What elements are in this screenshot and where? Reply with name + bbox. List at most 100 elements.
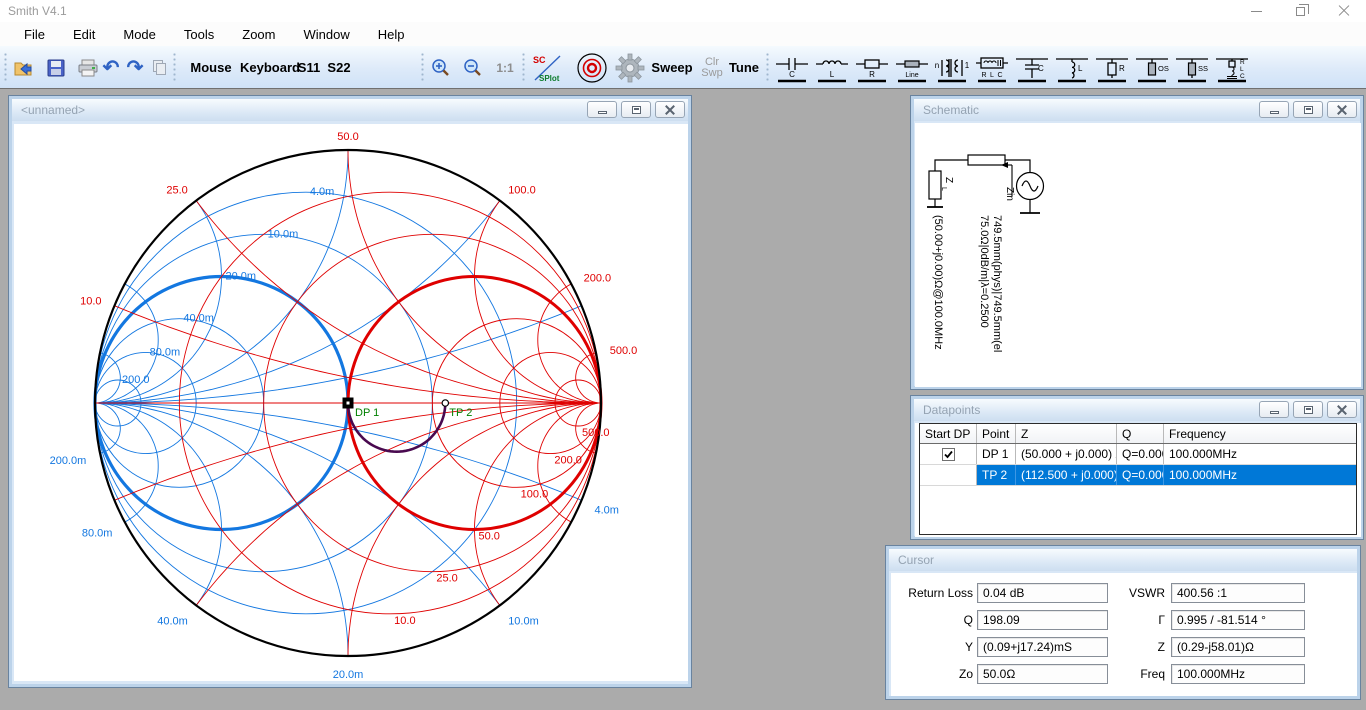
schematic-body[interactable]: Z L Zin (50.00+j0.00)Ω@100.0MHz 75.0Ω|0d… xyxy=(915,123,1361,387)
mouse-label: Mouse xyxy=(190,60,231,75)
schematic-restore-button[interactable] xyxy=(1293,101,1323,118)
menu-zoom[interactable]: Zoom xyxy=(228,24,289,45)
gamma-field[interactable]: 0.995 / -81.514 ° xyxy=(1171,610,1305,630)
series-capacitor-icon: C xyxy=(772,52,812,84)
schematic-close-button[interactable] xyxy=(1327,101,1357,118)
line-symbol[interactable] xyxy=(968,155,1005,165)
dp1-label: DP 1 xyxy=(355,407,379,419)
svg-text:500.0: 500.0 xyxy=(610,345,638,357)
datapoints-minimize-button[interactable] xyxy=(1259,401,1289,418)
svg-text:10.0m: 10.0m xyxy=(268,228,299,240)
component-series-resistor-button[interactable]: R xyxy=(852,52,892,84)
undo-button[interactable]: ↶ xyxy=(100,54,122,81)
tp2-marker[interactable] xyxy=(442,400,448,406)
q-cell[interactable]: Q=0.000 xyxy=(1117,465,1164,485)
component-series-inductor-button[interactable]: L xyxy=(812,52,852,84)
frequency-cell[interactable]: 100.000MHz xyxy=(1164,444,1356,464)
chart-minimize-button[interactable] xyxy=(587,101,617,118)
vswr-field[interactable]: 400.56 :1 xyxy=(1171,583,1305,603)
chart-window-titlebar[interactable]: <unnamed> xyxy=(12,99,688,121)
start-dp-checkbox[interactable] xyxy=(942,448,955,461)
svg-text:10.0m: 10.0m xyxy=(508,616,539,628)
svg-text:C: C xyxy=(997,72,1002,79)
z-label: Z xyxy=(1089,640,1165,654)
redo-button[interactable]: ↷ xyxy=(124,54,146,81)
frequency-cell[interactable]: 100.000MHz xyxy=(1164,465,1356,485)
sweep-button[interactable]: Sweep xyxy=(648,54,696,81)
component-shunt-capacitor-button[interactable]: C xyxy=(1012,52,1052,84)
component-transformer-button[interactable]: n1 xyxy=(932,52,972,84)
series-rlc-icon: RLC xyxy=(972,52,1012,84)
smith-chart[interactable]: 10.025.050.0100.0200.0500.04.0m10.0m20.0… xyxy=(14,124,688,681)
col-start-dp: Start DP xyxy=(920,424,977,443)
menu-edit[interactable]: Edit xyxy=(59,24,109,45)
col-frequency: Frequency xyxy=(1164,424,1356,443)
z-cell[interactable]: (50.000 + j0.000) Ω xyxy=(1016,444,1117,464)
close-button[interactable] xyxy=(1322,0,1366,22)
s22-label: S22 xyxy=(327,60,350,75)
tune-button[interactable]: Tune xyxy=(724,54,764,81)
print-button[interactable] xyxy=(76,54,100,81)
z-cell[interactable]: (112.500 + j0.000) Ω xyxy=(1016,465,1117,485)
save-button[interactable] xyxy=(44,54,68,81)
copy-button[interactable] xyxy=(148,54,170,81)
menu-tools[interactable]: Tools xyxy=(170,24,228,45)
component-series-line-button[interactable]: Line xyxy=(892,52,932,84)
svg-text:25.0: 25.0 xyxy=(436,573,457,585)
svg-text:SS: SS xyxy=(1198,64,1208,73)
open-button[interactable] xyxy=(12,54,36,81)
component-series-capacitor-button[interactable]: C xyxy=(772,52,812,84)
datapoints-window-titlebar[interactable]: Datapoints xyxy=(914,399,1360,421)
smith-chart-canvas[interactable]: 10.025.050.0100.0200.0500.04.0m10.0m20.0… xyxy=(14,124,688,681)
q-cell[interactable]: Q=0.000 xyxy=(1117,444,1164,464)
settings-button[interactable] xyxy=(612,54,648,81)
component-shunt-rlc-button[interactable]: RLC xyxy=(1212,52,1252,84)
schematic-window-title: Schematic xyxy=(914,103,979,117)
table-row-selected[interactable]: TP 2 (112.500 + j0.000) Ω Q=0.000 100.00… xyxy=(920,465,1356,486)
chart-close-button[interactable] xyxy=(655,101,685,118)
chart-window-title: <unnamed> xyxy=(12,103,85,117)
sc-splot-toggle-button[interactable]: SC SPlot xyxy=(530,54,564,81)
point-cell[interactable]: DP 1 xyxy=(977,444,1016,464)
datapoints-table: Start DP Point Z Q Frequency DP 1 (50.00… xyxy=(919,423,1357,535)
table-row[interactable]: DP 1 (50.000 + j0.000) Ω Q=0.000 100.000… xyxy=(920,444,1356,465)
menu-file[interactable]: File xyxy=(10,24,59,45)
menu-help[interactable]: Help xyxy=(364,24,419,45)
load-symbol[interactable] xyxy=(929,171,941,199)
cursor-window-titlebar[interactable]: Cursor xyxy=(889,549,1357,571)
shunt-capacitor-icon: C xyxy=(1012,52,1052,84)
mdi-area: <unnamed> 10.025.050.0100.0200.0500.04.0… xyxy=(0,90,1366,710)
s22-button[interactable]: S22 xyxy=(324,54,354,81)
component-shorted-stub-button[interactable]: SS xyxy=(1172,52,1212,84)
schematic-window-titlebar[interactable]: Schematic xyxy=(914,99,1360,121)
menu-mode[interactable]: Mode xyxy=(109,24,170,45)
mouse-button[interactable]: Mouse xyxy=(186,54,236,81)
datapoints-restore-button[interactable] xyxy=(1293,401,1323,418)
zoom-ratio-button[interactable]: 1:1 xyxy=(492,54,518,81)
component-shunt-resistor-button[interactable]: R xyxy=(1092,52,1132,84)
zoom-in-button[interactable] xyxy=(428,54,454,81)
z-field[interactable]: (0.29-j58.01)Ω xyxy=(1171,637,1305,657)
restore-button[interactable] xyxy=(1278,0,1322,22)
svg-text:4.0m: 4.0m xyxy=(310,186,334,198)
component-open-stub-button[interactable]: OS xyxy=(1132,52,1172,84)
datapoints-close-button[interactable] xyxy=(1327,401,1357,418)
zoom-out-button[interactable] xyxy=(460,54,486,81)
freq-field[interactable]: 100.000MHz xyxy=(1171,664,1305,684)
transformer-icon: n1 xyxy=(932,52,972,84)
schematic-minimize-button[interactable] xyxy=(1259,101,1289,118)
smith-chart-button[interactable] xyxy=(574,54,610,81)
s11-button[interactable]: S11 xyxy=(294,54,324,81)
minimize-button[interactable] xyxy=(1234,0,1278,22)
load-ref-label: Z xyxy=(943,177,954,183)
return-loss-label: Return Loss xyxy=(893,586,973,600)
component-series-rlc-button[interactable]: RLC xyxy=(972,52,1012,84)
start-dp-cell[interactable] xyxy=(920,465,977,485)
zin-label: Zin xyxy=(1004,187,1015,201)
menu-window[interactable]: Window xyxy=(289,24,363,45)
point-cell[interactable]: TP 2 xyxy=(977,465,1016,485)
keyboard-button[interactable]: Keyboard xyxy=(238,54,302,81)
svg-text:25.0: 25.0 xyxy=(166,184,187,196)
component-shunt-inductor-button[interactable]: L xyxy=(1052,52,1092,84)
chart-restore-button[interactable] xyxy=(621,101,651,118)
